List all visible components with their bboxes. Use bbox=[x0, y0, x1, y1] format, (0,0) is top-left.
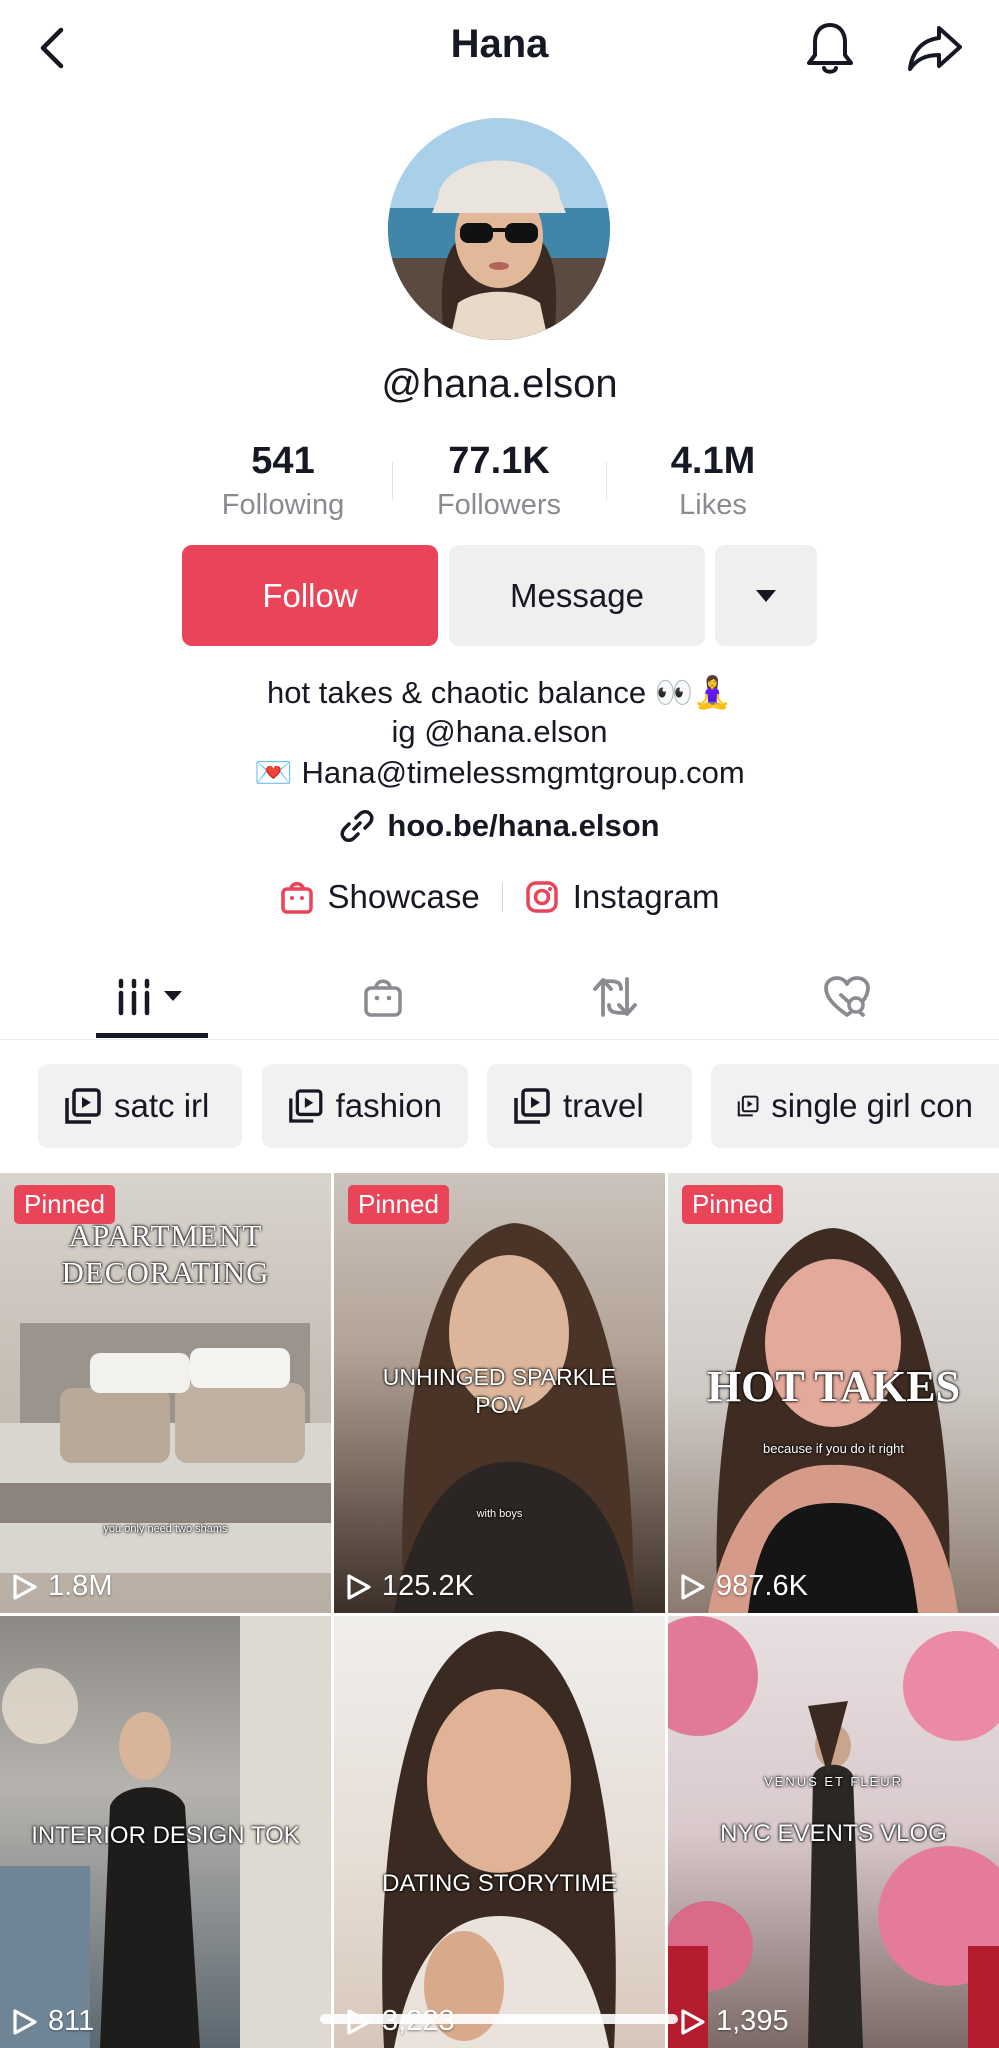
social-links: Showcase Instagram bbox=[0, 878, 999, 916]
video-overlay-title: UNHINGED SPARKLE POV bbox=[382, 1364, 617, 1418]
message-button[interactable]: Message bbox=[449, 545, 705, 646]
video-overlay-title: APARTMENT DECORATING bbox=[61, 1218, 270, 1290]
video-thumbnail[interactable]: HOT TAKES because if you do it right Pin… bbox=[668, 1173, 999, 1613]
bell-icon bbox=[807, 23, 853, 74]
shopping-bag-icon bbox=[280, 882, 313, 914]
tab-videos[interactable] bbox=[27, 955, 277, 1039]
bio-link[interactable]: hoo.be/hana.elson bbox=[0, 808, 999, 844]
notification-button[interactable] bbox=[800, 18, 860, 78]
video-overlay-title: DATING STORYTIME bbox=[382, 1870, 617, 1897]
link-icon bbox=[340, 810, 374, 842]
bio-email: 💌 Hana@timelessmgmtgroup.com bbox=[254, 755, 745, 790]
playlist-chip[interactable]: satc irl bbox=[38, 1064, 242, 1148]
playlist-icon bbox=[65, 1088, 101, 1124]
following-label: Following bbox=[221, 489, 345, 521]
following-count: 541 bbox=[251, 440, 315, 482]
view-count-text: 125.2K bbox=[382, 1570, 474, 1602]
play-icon bbox=[13, 1573, 37, 1600]
avatar-photo bbox=[388, 118, 610, 340]
tab-shop[interactable] bbox=[258, 955, 508, 1039]
playlist-label: fashion bbox=[335, 1087, 442, 1124]
followers-count: 77.1K bbox=[448, 440, 550, 482]
stat-likes: 4.1M Likes bbox=[603, 440, 823, 522]
view-count: 987.6K bbox=[680, 1570, 808, 1603]
tab-reposts[interactable] bbox=[490, 955, 740, 1039]
bio-line: ig @hana.elson bbox=[391, 714, 608, 749]
share-arrow-icon bbox=[908, 26, 962, 71]
playlist-icon bbox=[514, 1088, 550, 1124]
playlist-chip[interactable]: fashion bbox=[262, 1064, 468, 1148]
followers-label: Followers bbox=[436, 489, 562, 521]
username: @hana.elson bbox=[381, 362, 618, 406]
tab-liked[interactable] bbox=[722, 955, 972, 1039]
bio-line: hot takes & chaotic balance 👀🧘‍♀️ bbox=[267, 675, 732, 710]
video-caption: with boys bbox=[476, 1508, 523, 1520]
pinned-badge: Pinned bbox=[682, 1185, 783, 1224]
caret-down-icon bbox=[756, 589, 776, 602]
content-tabs bbox=[0, 955, 999, 1040]
view-count: 811 bbox=[12, 2005, 94, 2038]
video-caption: you only need two shams bbox=[103, 1523, 228, 1535]
video-overlay-title: INTERIOR DESIGN TOK bbox=[31, 1822, 300, 1849]
showcase-label: Showcase bbox=[327, 878, 480, 915]
active-tab-indicator bbox=[96, 1033, 208, 1038]
instagram-link[interactable]: Instagram bbox=[525, 878, 720, 916]
suggested-accounts-button[interactable] bbox=[715, 545, 817, 646]
playlist-chip[interactable]: travel bbox=[487, 1064, 692, 1148]
stat-followers[interactable]: 77.1K Followers bbox=[389, 440, 609, 522]
video-overlay-title: NYC EVENTS VLOG bbox=[720, 1820, 947, 1847]
instagram-icon bbox=[526, 881, 558, 913]
view-count-text: 811 bbox=[48, 2005, 95, 2037]
likes-label: Likes bbox=[679, 489, 747, 521]
showcase-link[interactable]: Showcase bbox=[280, 878, 480, 916]
repost-icon bbox=[593, 977, 637, 1017]
play-icon bbox=[681, 2008, 705, 2035]
video-overlay-title: HOT TAKES bbox=[706, 1362, 961, 1411]
playlist-icon bbox=[289, 1089, 323, 1123]
view-count: 1.8M bbox=[12, 1570, 112, 1603]
playlist-label: single girl con bbox=[771, 1087, 973, 1124]
video-thumbnail[interactable]: DATING STORYTIME 3,223 bbox=[334, 1616, 665, 2048]
play-icon bbox=[681, 1573, 705, 1600]
bio-link-text: hoo.be/hana.elson bbox=[387, 808, 660, 843]
view-count: 1,395 bbox=[680, 2005, 789, 2038]
video-caption: because if you do it right bbox=[763, 1441, 904, 1456]
likes-count: 4.1M bbox=[670, 440, 756, 482]
avatar[interactable] bbox=[388, 118, 610, 340]
playlist-chip[interactable]: single girl con bbox=[711, 1064, 999, 1148]
playlist-label: satc irl bbox=[114, 1087, 210, 1124]
instagram-label: Instagram bbox=[572, 878, 720, 915]
videos-grid-icon bbox=[118, 978, 182, 1016]
home-indicator bbox=[320, 2014, 678, 2024]
pinned-badge: Pinned bbox=[14, 1185, 115, 1224]
social-divider bbox=[501, 882, 503, 912]
video-thumbnail[interactable]: UNHINGED SPARKLE POV with boys Pinned 12… bbox=[334, 1173, 665, 1613]
view-count-text: 987.6K bbox=[716, 1570, 808, 1602]
playlist-label: travel bbox=[563, 1087, 644, 1124]
view-count-text: 1.8M bbox=[48, 1570, 113, 1602]
view-count-text: 1,395 bbox=[716, 2005, 789, 2037]
video-thumbnail[interactable]: VENUS ET FLEUR NYC EVENTS VLOG 1,395 bbox=[668, 1616, 999, 2048]
playlist-icon bbox=[737, 1095, 759, 1117]
play-icon bbox=[13, 2008, 37, 2035]
venue-sign: VENUS ET FLEUR bbox=[763, 1774, 903, 1789]
stat-following[interactable]: 541 Following bbox=[173, 440, 393, 522]
liked-heart-icon bbox=[824, 976, 870, 1017]
play-icon bbox=[347, 1573, 371, 1600]
video-thumbnail[interactable]: APARTMENT DECORATING you only need two s… bbox=[0, 1173, 331, 1613]
pinned-badge: Pinned bbox=[348, 1185, 449, 1224]
thumbnail-image bbox=[382, 1631, 616, 2048]
view-count: 125.2K bbox=[346, 1570, 474, 1603]
share-button[interactable] bbox=[900, 18, 970, 78]
follow-button[interactable]: Follow bbox=[182, 545, 438, 646]
shopping-bag-icon bbox=[364, 979, 402, 1017]
video-thumbnail[interactable]: INTERIOR DESIGN TOK 811 bbox=[0, 1616, 331, 2048]
